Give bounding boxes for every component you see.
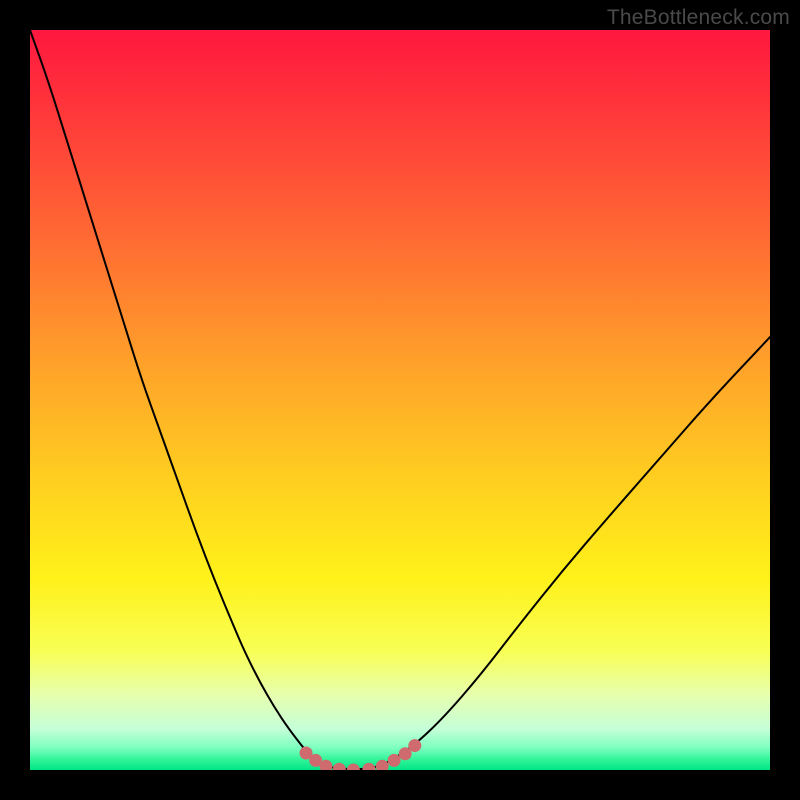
- watermark-text: TheBottleneck.com: [607, 6, 790, 30]
- valley-dot: [408, 739, 421, 752]
- chart-frame: TheBottleneck.com: [0, 0, 800, 800]
- plot-area: [30, 30, 770, 770]
- valley-dot: [333, 763, 346, 770]
- valley-dot: [376, 760, 389, 770]
- valley-dot: [362, 763, 375, 770]
- bottleneck-curve: [30, 30, 770, 769]
- valley-dot: [347, 764, 360, 771]
- valley-dot: [388, 754, 401, 767]
- valley-highlight-dots: [300, 739, 422, 770]
- chart-curves: [30, 30, 770, 770]
